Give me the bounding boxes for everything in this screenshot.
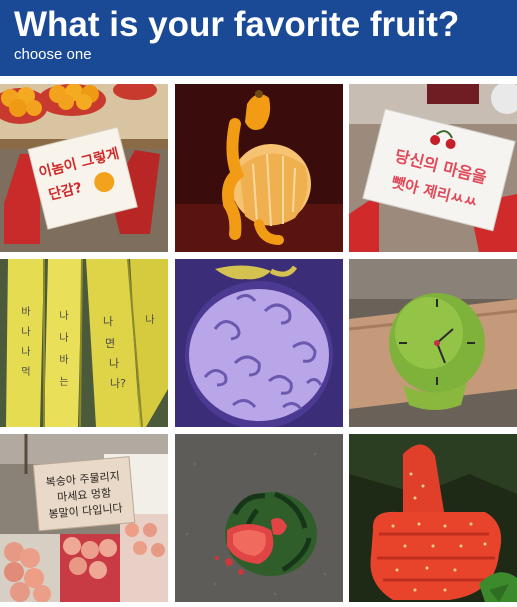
smashed-watermelon-image — [175, 434, 343, 602]
svg-text:나: 나 — [109, 357, 119, 370]
choice-peeled-orange[interactable] — [175, 84, 343, 252]
choice-oranges-sign[interactable]: 이놈이 그렇게 단감? — [0, 84, 168, 252]
page-title: What is your favorite fruit? — [14, 5, 460, 44]
choice-smashed-watermelon[interactable] — [175, 434, 343, 602]
choice-apple-watch[interactable] — [349, 259, 517, 427]
svg-text:나: 나 — [21, 346, 30, 358]
choice-peaches-sign[interactable]: 복숭아 주물리지 마세요 멍함 봉말이 다입니다 — [0, 434, 168, 602]
apple-watch-image — [349, 259, 517, 427]
devil-fruit-image — [175, 259, 343, 427]
peeled-orange-image — [175, 84, 343, 252]
svg-text:는: 는 — [59, 376, 68, 388]
choice-devil-fruit[interactable] — [175, 259, 343, 427]
peaches-sign-card: 복숭아 주물리지 마세요 멍함 봉말이 다입니다 — [32, 456, 136, 532]
svg-text:나: 나 — [21, 326, 30, 338]
oranges-sign-image: 이놈이 그렇게 단감? — [0, 84, 168, 252]
svg-text:면: 면 — [105, 337, 115, 350]
choice-cherries-sign[interactable]: 당신의 마음을 뺏아 제리ㅆㅆ — [349, 84, 517, 252]
strawberry-thumbs-up-image — [349, 434, 517, 602]
choice-bananas-writing[interactable]: 바 나 나 나 나 바 나 면 나 나? 나 먹 는 — [0, 259, 168, 427]
cherries-sign-image: 당신의 마음을 뺏아 제리ㅆㅆ — [349, 84, 517, 252]
svg-text:나?: 나? — [110, 377, 126, 390]
svg-text:나: 나 — [145, 314, 154, 326]
svg-text:바: 바 — [21, 306, 30, 318]
svg-text:먹: 먹 — [21, 366, 30, 378]
svg-text:나: 나 — [59, 310, 68, 322]
svg-text:나: 나 — [103, 315, 113, 328]
header-banner: What is your favorite fruit? choose one — [0, 0, 517, 76]
peaches-sign-image: 복숭아 주물리지 마세요 멍함 봉말이 다입니다 — [0, 434, 168, 602]
page-subtitle: choose one — [14, 46, 92, 63]
svg-text:나: 나 — [59, 332, 68, 344]
choice-strawberry-thumbs-up[interactable] — [349, 434, 517, 602]
bananas-writing-image: 바 나 나 나 나 바 나 면 나 나? 나 먹 는 — [0, 259, 168, 427]
svg-text:바: 바 — [59, 354, 68, 366]
